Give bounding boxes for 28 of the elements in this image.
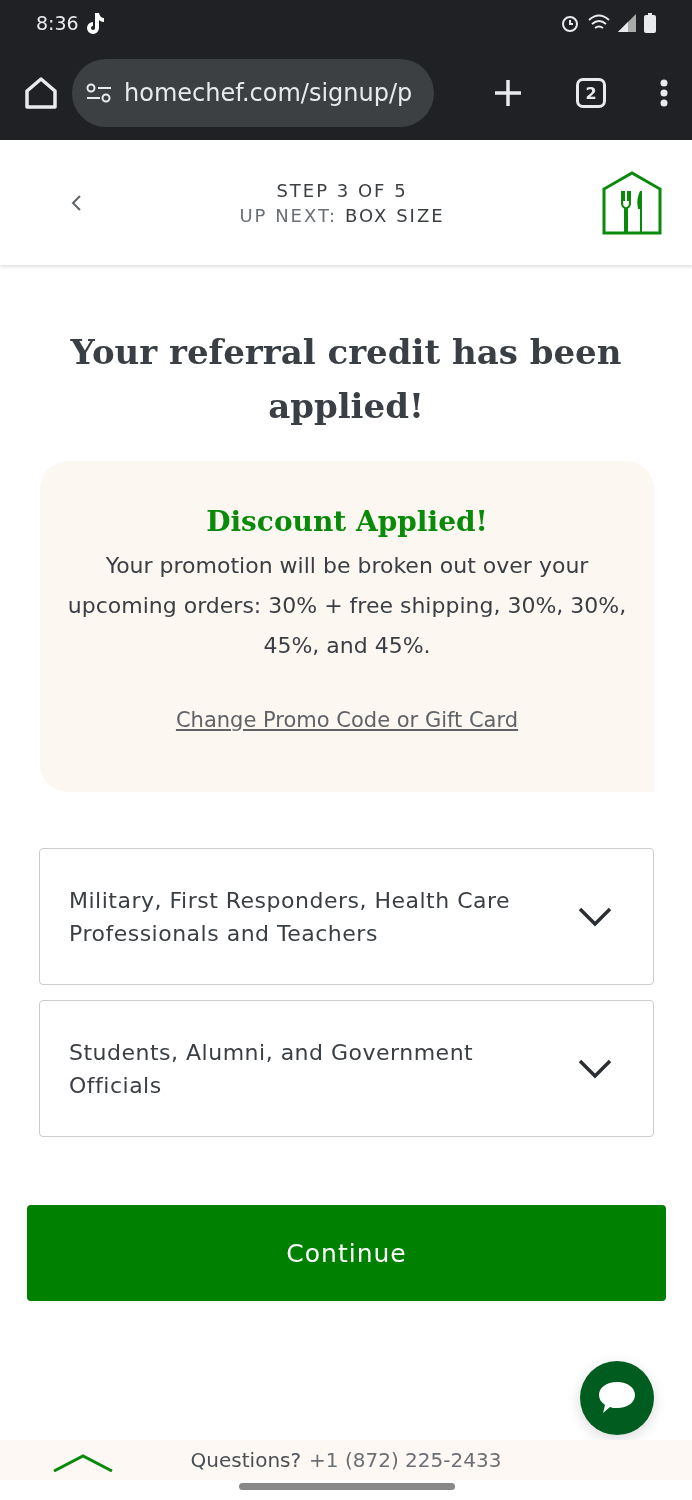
music-note-icon	[84, 11, 105, 35]
more-icon[interactable]	[660, 79, 668, 107]
signal-icon	[618, 14, 636, 32]
house-fork-knife-logo[interactable]	[602, 170, 662, 235]
chat-button[interactable]	[580, 1361, 654, 1435]
status-time: 8:36	[36, 12, 79, 34]
continue-button[interactable]: Continue	[27, 1205, 666, 1301]
phone-link[interactable]: +1 (872) 225-2433	[309, 1448, 502, 1472]
url-field[interactable]: homechef.com/signup/p	[72, 59, 434, 127]
discount-accordion[interactable]: Military, First Responders, Health Care Professionals and Teachers	[39, 848, 654, 985]
wifi-icon	[588, 14, 610, 32]
change-promo-link[interactable]: Change Promo Code or Gift Card	[175, 708, 519, 732]
discount-accordion[interactable]: Students, Alumni, and Government Officials	[39, 1000, 654, 1137]
alarm-icon	[560, 13, 580, 33]
site-settings-icon	[86, 83, 112, 103]
back-icon[interactable]	[70, 193, 82, 212]
page-title: Your referral credit has been applied!	[69, 331, 623, 428]
step-indicator: STEP 3 OF 5	[276, 179, 408, 201]
promo-heading: Discount Applied!	[206, 505, 488, 538]
home-icon[interactable]	[24, 77, 58, 109]
up-next-value: BOX SIZE	[345, 204, 445, 226]
house-logo-icon	[53, 1454, 113, 1472]
promo-text: Your promotion will be broken out over your upcoming orders: 30% + free shipping, 30%, 30%, 45%, and 45%.	[66, 552, 628, 660]
questions-label: Questions?	[190, 1448, 302, 1472]
battery-icon	[644, 13, 656, 33]
plus-icon[interactable]	[494, 79, 522, 107]
up-next-label: UP NEXT:	[239, 204, 338, 226]
tab-count-button[interactable]: 2	[576, 78, 606, 108]
